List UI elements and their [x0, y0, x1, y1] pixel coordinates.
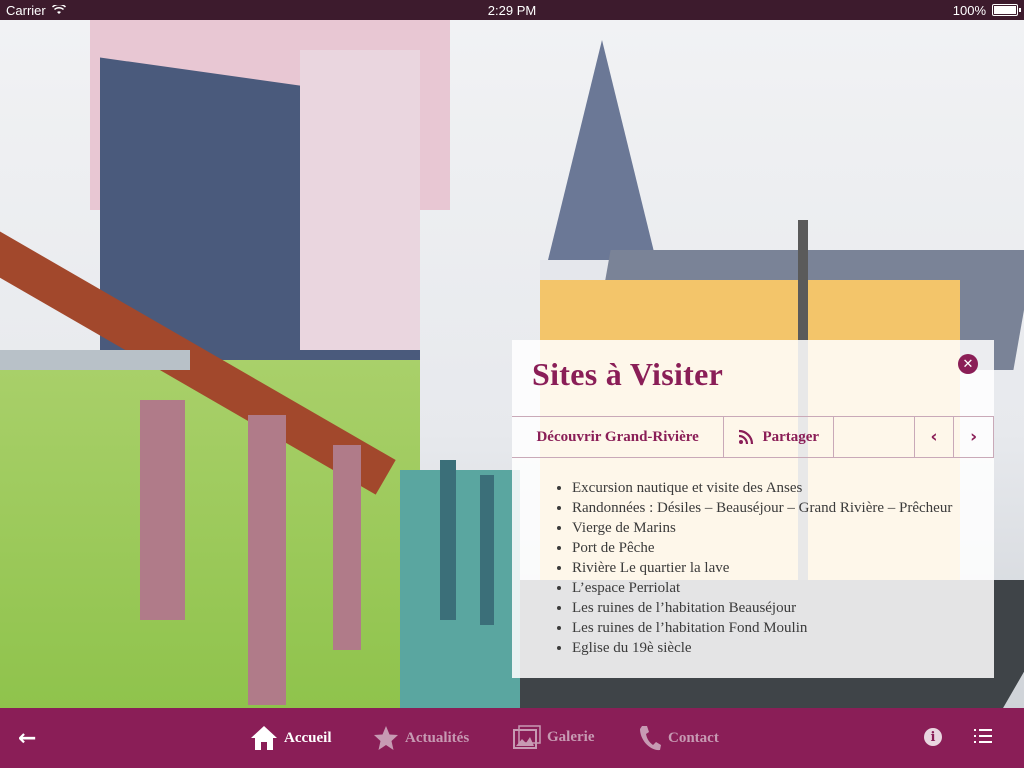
tab-label: Contact — [668, 729, 719, 746]
panel-toolbar: Découvrir Grand-Rivière Partager ‹ › — [512, 416, 994, 458]
list-item: Randonnées : Désiles – Beauséjour – Gran… — [572, 498, 952, 518]
sites-panel: Sites à Visiter ✕ Découvrir Grand-Rivièr… — [512, 340, 994, 678]
toolbar-spacer — [834, 417, 915, 457]
list-item: Excursion nautique et visite des Anses — [572, 478, 952, 498]
bottom-nav: ← Accueil Actualités Galerie Contact i — [0, 708, 1024, 768]
tab-label: Galerie — [547, 728, 595, 745]
status-bar: Carrier 2:29 PM 100% — [0, 0, 1024, 20]
info-icon: i — [930, 729, 936, 745]
tab-galerie[interactable]: Galerie — [513, 725, 594, 749]
chevron-right-icon: › — [970, 427, 978, 447]
share-label: Partager — [762, 428, 820, 445]
list-item: Port de Pêche — [572, 538, 952, 558]
menu-button[interactable] — [974, 729, 992, 745]
wifi-icon — [51, 5, 66, 14]
tab-label: Actualités — [405, 729, 470, 746]
tab-actualites[interactable]: Actualités — [373, 725, 469, 751]
gallery-icon — [513, 725, 541, 749]
panel-title: Sites à Visiter — [532, 356, 724, 392]
list-item: Les ruines de l’habitation Beauséjour — [572, 598, 952, 618]
battery-percent: 100% — [952, 2, 986, 18]
battery-icon — [992, 4, 1021, 16]
discover-button[interactable]: Découvrir Grand-Rivière — [512, 417, 725, 457]
arrow-left-icon: ← — [18, 726, 37, 751]
list-item: Les ruines de l’habitation Fond Moulin — [572, 618, 952, 638]
home-icon — [251, 726, 277, 750]
previous-button[interactable]: ‹ — [915, 417, 955, 457]
next-button[interactable]: › — [954, 417, 994, 457]
back-button[interactable]: ← — [18, 726, 36, 751]
tab-label: Accueil — [284, 729, 332, 746]
tab-accueil[interactable]: Accueil — [250, 725, 331, 751]
discover-label: Découvrir Grand-Rivière — [536, 428, 699, 445]
tab-contact[interactable]: Contact — [638, 724, 719, 752]
carrier-label: Carrier — [6, 2, 46, 18]
clock: 2:29 PM — [487, 2, 537, 18]
phone-icon — [640, 726, 661, 751]
list-item: Eglise du 19è siècle — [572, 638, 952, 658]
close-button[interactable]: ✕ — [958, 354, 978, 374]
rss-icon — [739, 429, 754, 445]
list-item: Rivière Le quartier la lave — [572, 558, 952, 578]
star-icon — [374, 726, 398, 750]
list-item: Vierge de Marins — [572, 518, 952, 538]
list-item: L’espace Perriolat — [572, 578, 952, 598]
close-icon: ✕ — [962, 356, 974, 372]
sites-list: Excursion nautique et visite des Anses R… — [552, 478, 952, 658]
info-button[interactable]: i — [924, 728, 942, 746]
chevron-left-icon: ‹ — [930, 427, 938, 447]
share-button[interactable]: Partager — [724, 417, 835, 457]
